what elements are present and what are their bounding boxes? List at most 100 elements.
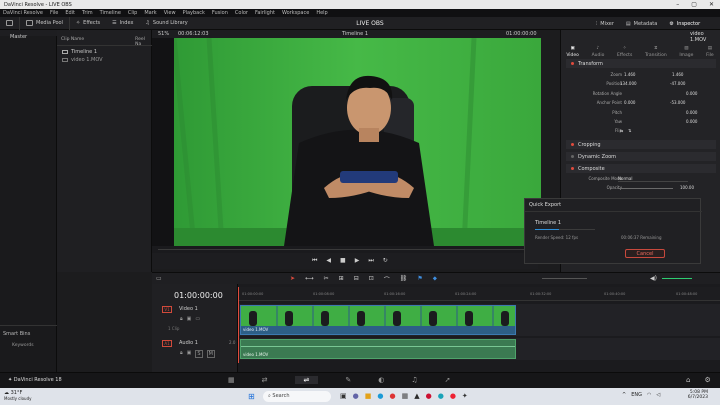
color-page-icon[interactable]: ◐ [378, 376, 384, 384]
flag-icon[interactable]: ⚑ [417, 275, 422, 284]
store-icon[interactable]: ▦ [402, 392, 409, 400]
menu-item[interactable]: Mark [144, 10, 156, 16]
marker-icon[interactable]: ⬥ [433, 275, 437, 284]
cancel-button[interactable]: Cancel [625, 249, 665, 258]
tab-video[interactable]: ▣ Video [566, 46, 579, 58]
speaker-icon[interactable]: ◀) [650, 275, 657, 282]
edit-page-icon[interactable]: ⇌ [294, 376, 319, 384]
app-icon[interactable]: ● [426, 392, 432, 400]
tab-transition[interactable]: ⧖ Transition [645, 45, 667, 58]
list-item[interactable]: video 1.MOV [62, 55, 103, 64]
app-icon[interactable]: ● [438, 392, 444, 400]
file-explorer-icon[interactable]: ■ [365, 392, 372, 400]
link-icon[interactable]: ⛓ [400, 275, 408, 284]
anchor-y-field[interactable]: -53.000 [670, 100, 685, 105]
menu-item[interactable]: Help [316, 10, 327, 16]
resolve-taskbar-icon[interactable]: ✦ [462, 392, 468, 400]
deliver-page-icon[interactable]: ➚ [445, 376, 451, 384]
viewer-scrubber[interactable] [152, 246, 538, 253]
keywords-bin[interactable]: Keywords [12, 343, 34, 348]
volume-icon[interactable]: ◁ [656, 392, 660, 398]
composite-mode-select[interactable]: Normal [618, 176, 688, 182]
mixer-button[interactable]: ⫶ Mixer [590, 17, 620, 30]
rotation-field[interactable]: 0.000 [686, 91, 697, 96]
wifi-icon[interactable]: ◠ [647, 392, 651, 398]
selection-tool-icon[interactable]: ➤ [290, 275, 295, 284]
playhead[interactable] [238, 287, 239, 363]
media-pool-button[interactable]: Media Pool [20, 16, 70, 30]
sound-library-button[interactable]: ♫ Sound Library [139, 17, 193, 30]
skip-end-icon[interactable]: ⏭ [368, 257, 373, 265]
opacity-field[interactable]: 100.00 [680, 185, 694, 190]
chrome-icon[interactable]: ● [389, 392, 395, 400]
pitch-field[interactable]: 0.000 [686, 110, 697, 115]
taskbar-search[interactable]: ⌕ Search [263, 391, 331, 402]
edge-icon[interactable]: ● [377, 392, 383, 400]
chat-icon[interactable]: ● [353, 392, 359, 400]
video-clip[interactable]: video 1.MOV [240, 305, 516, 335]
trim-tool-icon[interactable]: ⟷ [305, 275, 314, 284]
solo-button[interactable]: S [195, 350, 203, 358]
tab-file[interactable]: ▤ File [706, 46, 714, 58]
menu-item[interactable]: View [164, 10, 176, 16]
menu-item[interactable]: Timeline [100, 10, 121, 16]
opacity-slider[interactable] [618, 188, 673, 189]
effects-button[interactable]: ✧ Effects [70, 17, 106, 30]
play-icon[interactable]: ▶ [355, 257, 360, 265]
app-icon[interactable]: ▲ [414, 392, 419, 400]
tray-chevron-icon[interactable]: ^ [622, 392, 626, 398]
reel-name-column[interactable]: Reel Na [131, 37, 152, 47]
app-icon[interactable]: ● [450, 392, 456, 400]
position-x-field[interactable]: 134.000 [620, 81, 637, 86]
cropping-section-header[interactable]: Cropping [566, 140, 716, 149]
track-visibility-icon[interactable]: ▭ [195, 316, 200, 322]
menu-item[interactable]: Edit [65, 10, 75, 16]
timeline-ruler[interactable]: 01:00:00:00 01:00:08:00 01:00:16:00 01:0… [238, 287, 720, 301]
fusion-page-icon[interactable]: ✎ [345, 376, 351, 384]
close-button[interactable]: ✕ [709, 1, 714, 8]
master-bin[interactable]: Master [0, 34, 57, 44]
audio-clip[interactable]: video 1.MOV [240, 339, 516, 359]
menu-item[interactable]: Trim [82, 10, 93, 16]
cut-page-icon[interactable]: ⇄ [262, 376, 268, 384]
auto-select-icon[interactable]: ▣ [187, 316, 192, 322]
smart-bins-header[interactable]: Smart Bins [3, 331, 30, 337]
flip-vertical-icon[interactable]: ⇅ [628, 128, 631, 133]
track-id-a1[interactable]: A1 [162, 340, 172, 347]
clock[interactable]: 5:08 PM 6/7/2023 [680, 390, 708, 400]
start-button[interactable]: ⊞ [248, 392, 255, 401]
zoom-y-field[interactable]: 1.460 [672, 72, 683, 77]
clip-name-column[interactable]: Clip Name [57, 37, 131, 45]
metadata-button[interactable]: ▤ Metadata [620, 17, 663, 30]
position-y-field[interactable]: -47.000 [670, 81, 685, 86]
loop-icon[interactable]: ↻ [383, 257, 388, 265]
menu-item[interactable]: Workspace [282, 10, 309, 16]
mute-button[interactable]: M [206, 350, 215, 358]
inspector-button[interactable]: ⚙ Inspector [663, 17, 706, 30]
transform-section-header[interactable]: Transform [566, 59, 716, 68]
insert-clip-icon[interactable]: ⊞ [339, 275, 344, 284]
home-icon[interactable]: ⌂ [686, 376, 690, 384]
tab-image[interactable]: ▨ Image [679, 46, 693, 58]
anchor-x-field[interactable]: 0.000 [624, 100, 635, 105]
snapping-icon[interactable]: ⌒ [384, 275, 390, 284]
enable-dot[interactable] [571, 62, 574, 65]
track-id-v1[interactable]: V1 [162, 306, 172, 313]
yaw-field[interactable]: 0.000 [686, 119, 697, 124]
minimize-button[interactable]: – [676, 1, 679, 8]
viewer-zoom[interactable]: 51% [158, 31, 169, 37]
menu-item[interactable]: Clip [128, 10, 137, 16]
play-reverse-icon[interactable]: ◀ [326, 257, 331, 265]
dynamic-zoom-section-header[interactable]: Dynamic Zoom [566, 152, 716, 161]
index-button[interactable]: ☰ Index [106, 17, 139, 30]
volume-slider[interactable] [662, 278, 692, 279]
auto-select-icon[interactable]: ▣ [187, 350, 192, 358]
menu-item[interactable]: Fairlight [255, 10, 275, 16]
task-view-icon[interactable]: ▣ [340, 392, 347, 400]
zoom-slider[interactable] [542, 278, 587, 279]
maximize-button[interactable]: ▢ [691, 1, 697, 8]
skip-start-icon[interactable]: ⏮ [312, 257, 317, 265]
menu-item[interactable]: Fusion [212, 10, 228, 16]
replace-clip-icon[interactable]: ⊡ [369, 275, 374, 284]
menu-item[interactable]: File [50, 10, 58, 16]
